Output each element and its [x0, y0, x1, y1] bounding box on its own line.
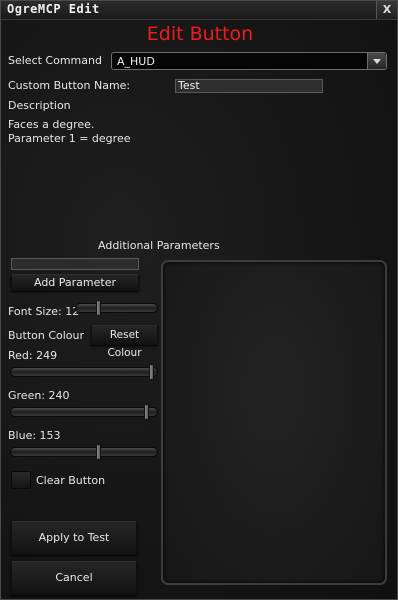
clear-button-label: Clear Button: [36, 474, 106, 487]
red-slider-thumb[interactable]: [148, 364, 154, 380]
parameter-input[interactable]: [11, 258, 139, 270]
red-label: Red: 249: [8, 349, 58, 362]
font-size-label: Font Size: 12: [8, 305, 80, 318]
font-size-slider[interactable]: [75, 300, 158, 316]
edit-button-window: OgreMCP Edit X Edit Button Select Comman…: [0, 0, 398, 600]
reset-colour-button[interactable]: Reset Colour: [91, 325, 158, 359]
page-title: Edit Button: [146, 23, 254, 45]
description-line-2: Parameter 1 = degree: [8, 132, 131, 145]
description-line-1: Faces a degree.: [8, 118, 95, 131]
title-bar[interactable]: OgreMCP Edit X: [1, 1, 397, 20]
dropdown-arrow-button[interactable]: [367, 53, 386, 69]
apply-button[interactable]: Apply to Test: [11, 521, 137, 555]
description-label: Description: [8, 99, 71, 112]
custom-name-label: Custom Button Name:: [8, 79, 131, 92]
font-size-slider-thumb[interactable]: [95, 300, 101, 316]
button-colour-label: Button Colour: [8, 329, 85, 342]
parameters-list-panel[interactable]: [161, 260, 387, 585]
command-dropdown[interactable]: A_HUD: [111, 52, 387, 70]
select-command-label: Select Command: [8, 54, 102, 67]
cancel-button[interactable]: Cancel: [11, 561, 137, 595]
chevron-down-icon: [373, 59, 381, 64]
add-parameter-button[interactable]: Add Parameter: [11, 274, 139, 291]
custom-name-input[interactable]: Test: [175, 79, 323, 93]
blue-slider[interactable]: [10, 444, 158, 460]
description-text: Faces a degree. Parameter 1 = degree: [8, 118, 130, 146]
command-dropdown-value: A_HUD: [117, 55, 155, 68]
green-slider-thumb[interactable]: [143, 404, 149, 420]
additional-parameters-label: Additional Parameters: [98, 239, 220, 252]
green-slider[interactable]: [10, 404, 158, 420]
clear-button-checkbox[interactable]: [11, 471, 31, 489]
window-title: OgreMCP Edit: [7, 2, 100, 16]
red-slider[interactable]: [10, 364, 158, 380]
green-label: Green: 240: [8, 389, 70, 402]
blue-label: Blue: 153: [8, 429, 61, 442]
blue-slider-thumb[interactable]: [96, 444, 101, 460]
close-button[interactable]: X: [376, 1, 397, 19]
